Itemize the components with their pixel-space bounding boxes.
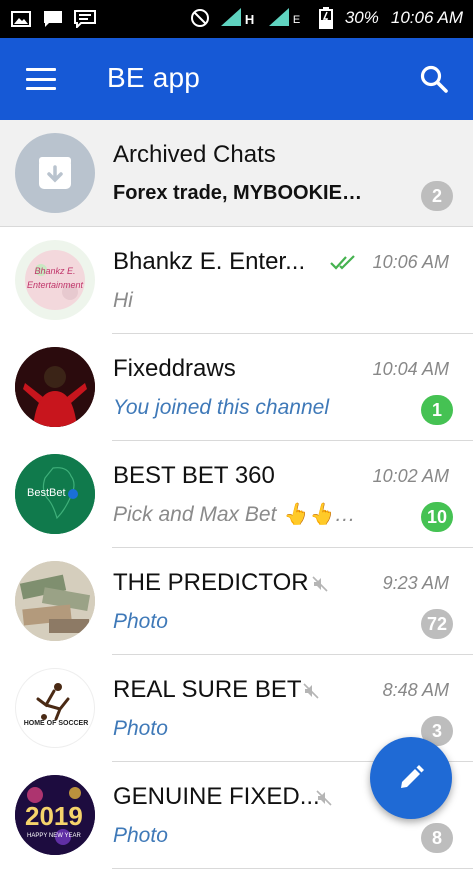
app-title: BE app — [107, 62, 201, 93]
compose-button[interactable] — [370, 737, 452, 819]
pencil-icon — [401, 765, 424, 788]
avatar — [15, 561, 95, 641]
mute-icon — [303, 683, 319, 699]
message-notification-icon — [42, 9, 64, 29]
chat-preview: Hi — [113, 289, 133, 312]
network-type-1: H — [244, 12, 255, 27]
do-not-disturb-icon — [189, 8, 211, 28]
signal-icon-2: E — [267, 6, 307, 30]
avatar-text: BestBet — [27, 487, 66, 499]
avatar-text: Bhankz E. Entertainment — [26, 266, 84, 290]
chat-row-fixeddraws[interactable]: Fixeddraws 10:04 AM You joined this chan… — [0, 334, 473, 441]
chat-time: 9:23 AM — [382, 573, 449, 593]
chat-title: GENUINE FIXED... — [113, 783, 320, 810]
avatar: 2019 HAPPY NEW YEAR — [15, 775, 95, 855]
avatar-year: 2019 — [25, 801, 83, 831]
unread-badge: 2 — [421, 181, 453, 211]
avatar: HOME OF SOCCER — [15, 668, 95, 748]
chat-row-the-predictor[interactable]: THE PREDICTOR 9:23 AM Photo 72 — [0, 548, 473, 655]
unread-badge: 10 — [421, 502, 453, 532]
unread-badge: 72 — [421, 609, 453, 639]
chat-preview: Forex trade, MYBOOKIE… — [113, 182, 362, 205]
chat-row-bestbet360[interactable]: BestBet BEST BET 360 10:02 AM Pick and M… — [0, 441, 473, 548]
status-bar: H E 30% 10:06 AM — [0, 0, 473, 38]
chat-preview: Pick and Max Bet 👆👆… — [113, 503, 356, 526]
chat-title: BEST BET 360 — [113, 462, 275, 489]
chat-row-archived[interactable]: Archived Chats Forex trade, MYBOOKIE… 2 — [0, 120, 473, 227]
chat-time: 10:02 AM — [372, 466, 449, 486]
clock: 10:06 AM — [390, 8, 463, 27]
avatar-year-sub: HAPPY NEW YEAR — [27, 833, 81, 839]
chat-title: THE PREDICTOR — [113, 569, 309, 596]
unread-badge: 8 — [421, 823, 453, 853]
image-notification-icon — [10, 9, 32, 29]
search-icon[interactable] — [419, 64, 449, 94]
menu-icon[interactable] — [26, 68, 56, 90]
avatar: Bhankz E. Entertainment — [15, 240, 95, 320]
signal-icon-1: H — [219, 6, 259, 30]
chat-preview: Photo — [113, 824, 168, 847]
battery-level: 30% — [344, 8, 379, 27]
double-check-icon — [329, 252, 359, 272]
chat-title: Bhankz E. Enter... — [113, 248, 306, 275]
chat-notification-icon — [74, 9, 96, 29]
chat-preview: Photo — [113, 610, 168, 633]
archive-icon — [39, 157, 71, 189]
battery-icon — [315, 7, 337, 29]
archived-lead: Forex trade — [113, 182, 222, 204]
avatar: BestBet — [15, 454, 95, 534]
chat-preview: You joined this channel — [113, 396, 329, 419]
chat-time: 10:06 AM — [372, 252, 449, 272]
app-bar: BE app — [0, 38, 473, 120]
avatar-text: HOME OF SOCCER — [23, 720, 89, 727]
network-type-2: E — [292, 14, 301, 26]
chat-time: 8:48 AM — [382, 680, 449, 700]
chat-row-bhankz[interactable]: Bhankz E. Entertainment Bhankz E. Enter.… — [0, 227, 473, 334]
chat-preview: Photo — [113, 717, 168, 740]
unread-badge: 1 — [421, 395, 453, 425]
chat-title: Archived Chats — [113, 141, 276, 168]
archive-avatar — [15, 133, 95, 213]
mute-icon — [316, 790, 332, 806]
chat-title: REAL SURE BET — [113, 676, 302, 703]
avatar — [15, 347, 95, 427]
chat-title: Fixeddraws — [113, 355, 236, 382]
archived-rest: , MYBOOKIE… — [221, 182, 362, 204]
mute-icon — [312, 576, 328, 592]
chat-time: 10:04 AM — [372, 359, 449, 379]
